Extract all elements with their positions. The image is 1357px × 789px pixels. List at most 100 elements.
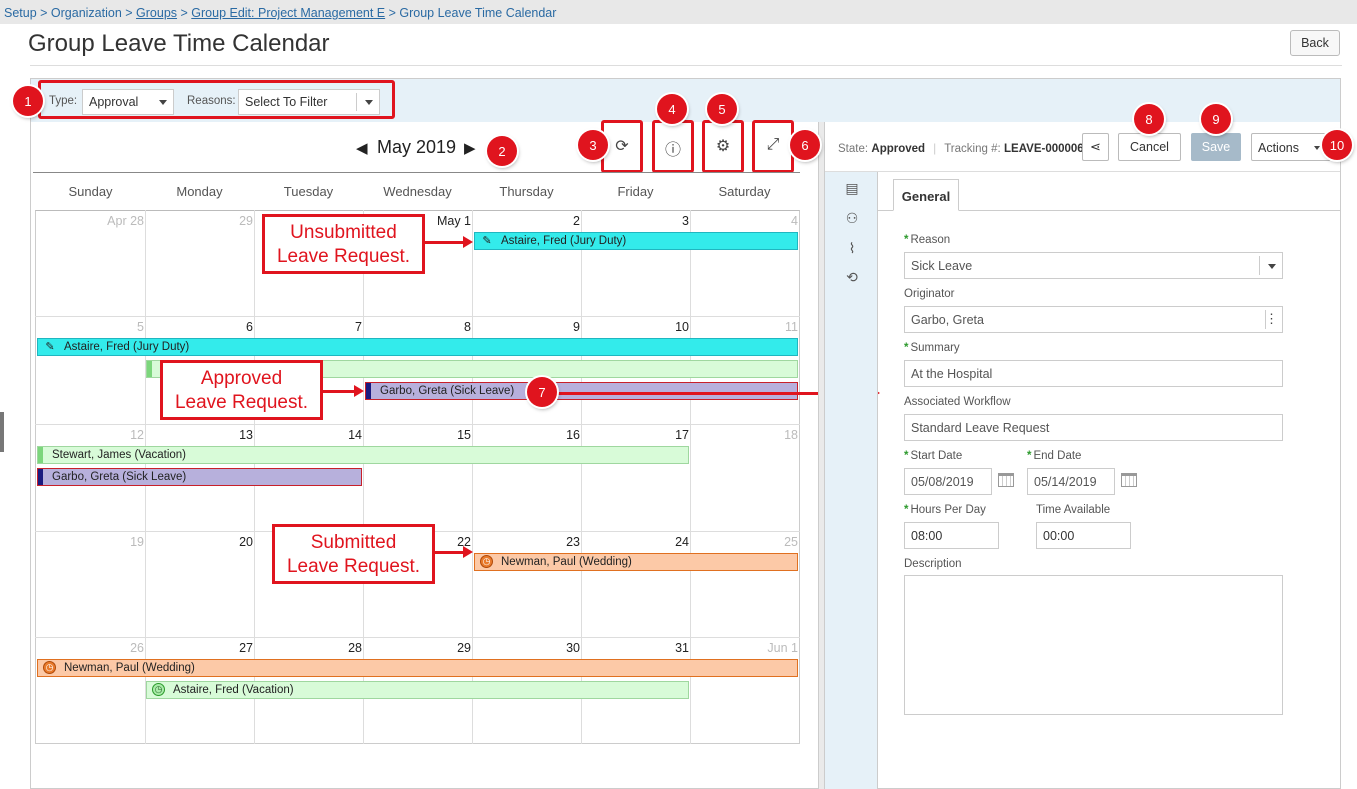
panel-splitter[interactable] — [818, 122, 825, 789]
event-astaire-vacation[interactable]: ◷ Astaire, Fred (Vacation) — [146, 681, 689, 699]
day-number[interactable]: 28 — [322, 641, 362, 655]
breadcrumb-sep: > — [177, 6, 192, 20]
event-astaire-jury-duty[interactable]: ✎ Astaire, Fred (Jury Duty) — [37, 338, 798, 356]
day-number[interactable]: 12 — [104, 428, 144, 442]
start-date-input[interactable]: 05/08/2019 — [904, 468, 992, 495]
clock-icon: ◷ — [480, 555, 493, 568]
day-number[interactable]: 13 — [213, 428, 253, 442]
day-number[interactable]: 23 — [540, 535, 580, 549]
document-icon[interactable]: ▤ — [843, 180, 861, 197]
end-date-input[interactable]: 05/14/2019 — [1027, 468, 1115, 495]
originator-value: Garbo, Greta — [911, 313, 984, 327]
day-number[interactable]: 15 — [431, 428, 471, 442]
day-number[interactable]: 5 — [104, 320, 144, 334]
reason-value: Sick Leave — [911, 259, 973, 273]
day-number[interactable]: 3 — [649, 214, 689, 228]
day-number[interactable]: 31 — [649, 641, 689, 655]
event-status-bar — [38, 447, 43, 463]
day-number[interactable]: 25 — [758, 535, 798, 549]
detail-sidebar — [825, 172, 878, 789]
next-month-icon[interactable]: ▶ — [464, 139, 476, 157]
tab-general[interactable]: General — [893, 179, 959, 211]
day-number[interactable]: 8 — [431, 320, 471, 334]
end-date-label: * End Date — [1027, 450, 1081, 462]
day-number[interactable]: 18 — [758, 428, 798, 442]
day-number[interactable]: 29 — [213, 214, 253, 228]
event-newman-wedding[interactable]: ◷ Newman, Paul (Wedding) — [474, 553, 798, 571]
day-number[interactable]: 17 — [649, 428, 689, 442]
share-button[interactable]: ⋖ — [1082, 133, 1109, 161]
day-number[interactable]: 24 — [649, 535, 689, 549]
callout-arrow — [435, 546, 473, 558]
assignee-icon[interactable]: ⚇ — [843, 210, 861, 227]
day-number[interactable]: 27 — [213, 641, 253, 655]
day-number[interactable]: 9 — [540, 320, 580, 334]
chevron-down-icon — [1314, 146, 1320, 150]
callout-line: Submitted — [310, 532, 397, 553]
actions-menu[interactable]: Actions — [1251, 133, 1331, 161]
day-number[interactable]: 20 — [213, 535, 253, 549]
event-garbo-sick-leave[interactable]: Garbo, Greta (Sick Leave) — [365, 382, 798, 400]
required-mark: * — [1027, 450, 1032, 462]
required-mark: * — [904, 450, 909, 462]
marker-5: 5 — [707, 94, 737, 124]
calendar-header-rule — [33, 172, 800, 173]
end-date-label-text: End Date — [1033, 450, 1082, 462]
marker-3: 3 — [578, 130, 608, 160]
description-label: Description — [904, 558, 962, 570]
history-icon[interactable]: ⟲ — [843, 269, 861, 286]
dow-friday: Friday — [617, 184, 654, 199]
event-status-bar — [366, 383, 371, 399]
day-number[interactable]: 7 — [322, 320, 362, 334]
calendar-icon[interactable] — [1121, 473, 1137, 487]
day-number[interactable]: 2 — [540, 214, 580, 228]
day-number[interactable]: May 1 — [431, 214, 471, 228]
event-newman-wedding[interactable]: ◷ Newman, Paul (Wedding) — [37, 659, 798, 677]
prev-month-icon[interactable]: ◀ — [356, 139, 368, 157]
reason-label: * Reason — [904, 234, 950, 246]
day-number[interactable]: 26 — [104, 641, 144, 655]
event-garbo-sick-leave[interactable]: Garbo, Greta (Sick Leave) — [37, 468, 362, 486]
tracking-label: Tracking #: — [944, 143, 1001, 155]
actions-label: Actions — [1258, 141, 1299, 155]
day-number[interactable]: 30 — [540, 641, 580, 655]
hours-per-day-input[interactable]: 08:00 — [904, 522, 999, 549]
day-number[interactable]: 29 — [431, 641, 471, 655]
more-vertical-icon[interactable]: ⋮ — [1265, 311, 1278, 327]
summary-input[interactable]: At the Hospital — [904, 360, 1283, 387]
day-number[interactable]: 4 — [758, 214, 798, 228]
day-number[interactable]: 11 — [758, 320, 798, 334]
month-label: May 2019 — [377, 137, 457, 157]
breadcrumb-groups-link[interactable]: Groups — [136, 6, 177, 20]
event-label: Astaire, Fred (Vacation) — [173, 684, 294, 696]
workflow-field[interactable]: Standard Leave Request — [904, 414, 1283, 441]
callout-line: Approved — [200, 368, 283, 389]
save-button[interactable]: Save — [1191, 133, 1241, 161]
paperclip-icon[interactable]: ⌇ — [843, 240, 861, 257]
clock-icon: ◷ — [43, 661, 56, 674]
cancel-button[interactable]: Cancel — [1118, 133, 1181, 161]
marker-10: 10 — [1322, 130, 1352, 160]
start-date-label-text: Start Date — [910, 450, 963, 462]
state-value: Approved — [871, 143, 926, 155]
callout-arrow — [323, 385, 364, 397]
back-button[interactable]: Back — [1290, 30, 1340, 56]
breadcrumb-group-edit-link[interactable]: Group Edit: Project Management E — [191, 6, 385, 20]
day-number[interactable]: Apr 28 — [104, 214, 144, 228]
day-number[interactable]: 10 — [649, 320, 689, 334]
day-number[interactable]: 6 — [213, 320, 253, 334]
event-astaire-jury-duty[interactable]: ✎ Astaire, Fred (Jury Duty) — [474, 232, 798, 250]
day-number[interactable]: 16 — [540, 428, 580, 442]
calendar-icon[interactable] — [998, 473, 1014, 487]
description-textarea[interactable] — [904, 575, 1283, 715]
day-number[interactable]: 14 — [322, 428, 362, 442]
day-number[interactable]: 19 — [104, 535, 144, 549]
originator-field[interactable]: Garbo, Greta ⋮ — [904, 306, 1283, 333]
event-stewart-vacation[interactable]: Stewart, James (Vacation) — [37, 446, 689, 464]
reason-select[interactable]: Sick Leave — [904, 252, 1283, 279]
callout-line: Leave Request. — [174, 392, 309, 413]
callout-line: Leave Request. — [276, 246, 411, 267]
day-number[interactable]: Jun 1 — [748, 641, 798, 655]
start-date-label: * Start Date — [904, 450, 962, 462]
breadcrumb: Setup > Organization > Groups > Group Ed… — [0, 0, 1357, 24]
